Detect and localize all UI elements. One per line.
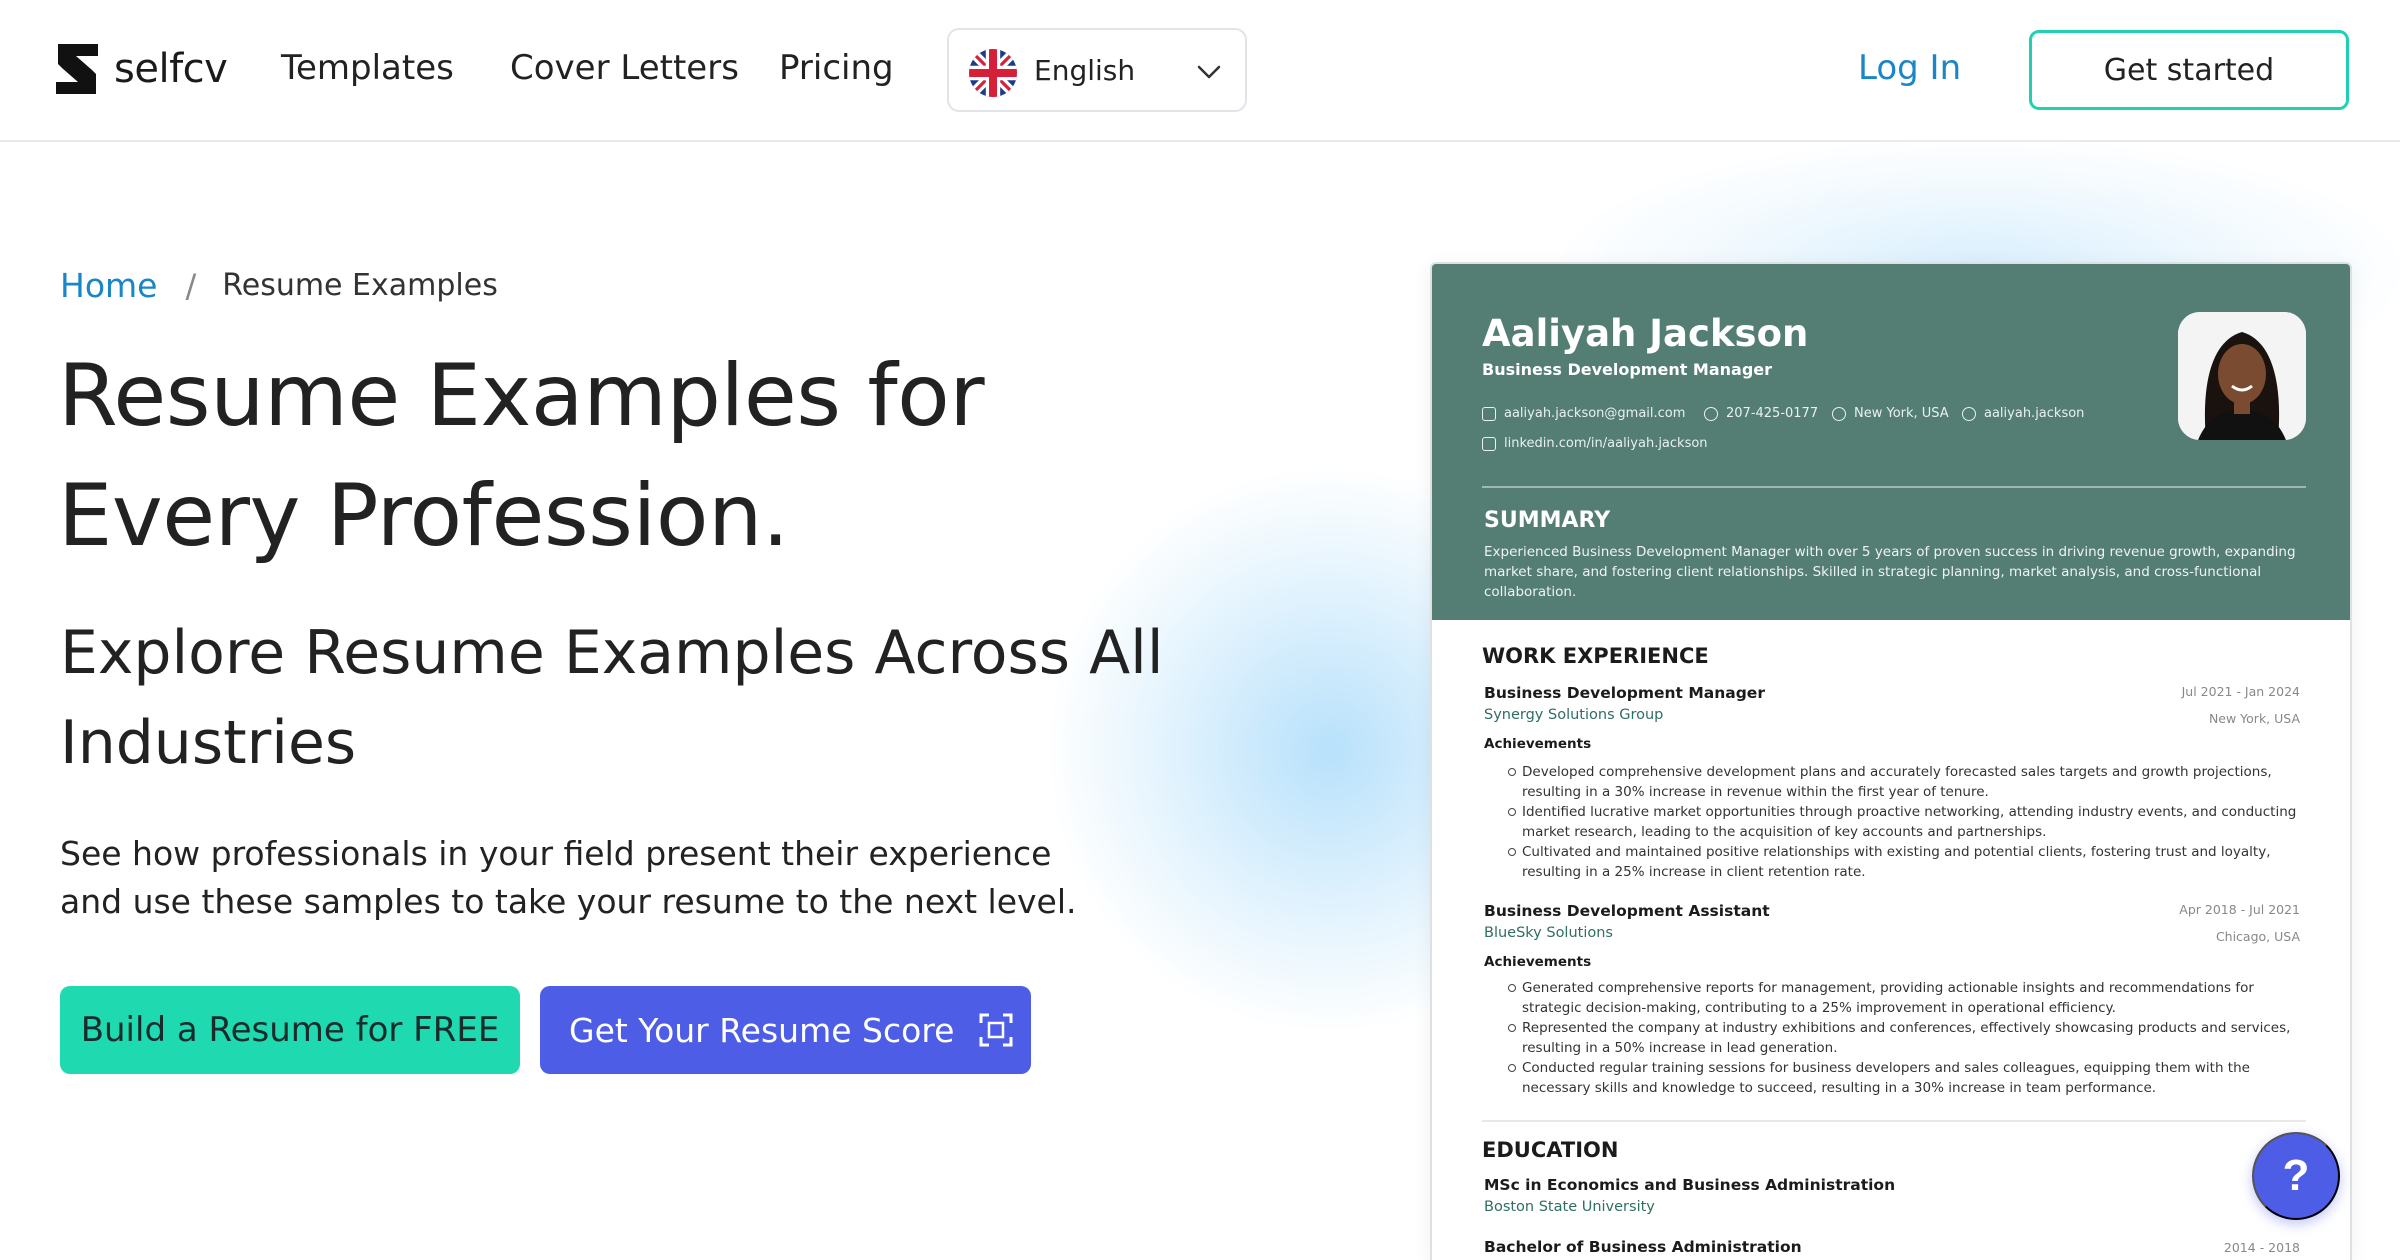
resume-summary-heading: SUMMARY xyxy=(1484,508,1611,533)
resume-school: Boston State University xyxy=(1484,1199,1655,1215)
hero-description-line-1: See how professionals in your field pres… xyxy=(60,834,1052,873)
list-item: Developed comprehensive development plan… xyxy=(1508,762,2312,802)
resume-degree: Bachelor of Business Administration xyxy=(1484,1238,1802,1256)
list-item: Identified lucrative market opportunitie… xyxy=(1508,802,2312,842)
resume-education-heading: EDUCATION xyxy=(1482,1138,1619,1162)
list-item: Represented the company at industry exhi… xyxy=(1508,1018,2312,1058)
nav-templates[interactable]: Templates xyxy=(281,48,454,88)
resume-score-button[interactable]: Get Your Resume Score xyxy=(540,986,1031,1074)
resume-achievements-label: Achievements xyxy=(1484,954,1592,970)
resume-handle: aaliyah.jackson xyxy=(1962,406,2084,421)
resume-job-role: Business Development Manager xyxy=(1484,684,1765,702)
list-item: Generated comprehensive reports for mana… xyxy=(1508,978,2312,1018)
resume-job-location: New York, USA xyxy=(2208,711,2300,726)
language-label: English xyxy=(1034,54,1136,87)
page-title: Resume Examples for Every Profession. xyxy=(58,336,1158,576)
resume-job-title: Business Development Manager xyxy=(1482,360,1773,379)
chevron-down-icon xyxy=(1197,65,1221,79)
scan-icon xyxy=(979,1013,1013,1047)
list-item: Conducted regular training sessions for … xyxy=(1508,1058,2312,1098)
breadcrumb-home-link[interactable]: Home xyxy=(60,266,157,305)
mail-icon xyxy=(1482,406,1496,421)
selfcv-logo-icon xyxy=(56,44,98,94)
page-title-line-1: Resume Examples for xyxy=(58,346,985,446)
uk-flag-icon xyxy=(969,49,1017,97)
site-header: selfcv Templates Cover Letters Pricing E… xyxy=(0,0,2400,142)
hero-description: See how professionals in your field pres… xyxy=(60,830,1120,926)
resume-linkedin: linkedin.com/in/aaliyah.jackson xyxy=(1482,436,1708,451)
page-subtitle: Explore Resume Examples Across All Indus… xyxy=(60,608,1210,788)
location-icon xyxy=(1832,406,1846,421)
resume-job-dates: Jul 2021 - Jan 2024 xyxy=(2181,684,2300,699)
resume-summary-text: Experienced Business Development Manager… xyxy=(1484,544,2296,600)
resume-achievements-label: Achievements xyxy=(1484,736,1592,752)
resume-degree: MSc in Economics and Business Administra… xyxy=(1484,1176,1896,1194)
resume-section-divider xyxy=(1482,1120,2306,1122)
resume-email: aaliyah.jackson@gmail.com xyxy=(1482,406,1685,421)
resume-work-heading: WORK EXPERIENCE xyxy=(1482,644,1709,668)
resume-photo xyxy=(2178,312,2306,440)
page-subtitle-line-2: Industries xyxy=(60,708,357,778)
language-selector[interactable]: English xyxy=(947,28,1247,112)
linkedin-icon xyxy=(1482,436,1496,451)
resume-location: New York, USA xyxy=(1832,406,1949,421)
resume-job-company: Synergy Solutions Group xyxy=(1484,707,1664,723)
resume-phone: 207-425-0177 xyxy=(1704,406,1818,421)
resume-job-location: Chicago, USA xyxy=(2215,929,2300,944)
nav-pricing[interactable]: Pricing xyxy=(779,48,894,88)
build-resume-button[interactable]: Build a Resume for FREE xyxy=(60,986,520,1074)
page-subtitle-line-1: Explore Resume Examples Across All xyxy=(60,618,1164,688)
resume-achievements-list: Developed comprehensive development plan… xyxy=(1508,762,2312,882)
help-button[interactable]: ? xyxy=(2252,1132,2340,1220)
resume-score-label: Get Your Resume Score xyxy=(569,1010,955,1050)
resume-header: Aaliyah Jackson Business Development Man… xyxy=(1432,264,2350,620)
logo-link[interactable]: selfcv xyxy=(52,40,228,98)
breadcrumb-separator: / xyxy=(185,266,197,305)
resume-header-divider xyxy=(1482,486,2306,488)
login-link[interactable]: Log In xyxy=(1858,48,1961,88)
resume-preview[interactable]: Aaliyah Jackson Business Development Man… xyxy=(1430,262,2352,1260)
resume-achievements-list: Generated comprehensive reports for mana… xyxy=(1508,978,2312,1098)
hero-description-line-2: and use these samples to take your resum… xyxy=(60,882,1077,921)
list-item: Cultivated and maintained positive relat… xyxy=(1508,842,2312,882)
logo-text: selfcv xyxy=(114,46,228,92)
breadcrumb-current: Resume Examples xyxy=(222,268,498,303)
resume-education-dates: 2014 - 2018 xyxy=(2223,1240,2300,1255)
resume-job-company: BlueSky Solutions xyxy=(1484,925,1613,941)
breadcrumb: Home / Resume Examples xyxy=(60,266,498,305)
skype-icon xyxy=(1962,406,1976,421)
phone-icon xyxy=(1704,406,1718,421)
resume-name: Aaliyah Jackson xyxy=(1482,312,1809,355)
resume-job-dates: Apr 2018 - Jul 2021 xyxy=(2179,902,2300,917)
resume-job-role: Business Development Assistant xyxy=(1484,902,1770,920)
page-title-line-2: Every Profession. xyxy=(58,466,789,566)
get-started-button[interactable]: Get started xyxy=(2029,30,2349,110)
nav-cover-letters[interactable]: Cover Letters xyxy=(510,48,739,88)
